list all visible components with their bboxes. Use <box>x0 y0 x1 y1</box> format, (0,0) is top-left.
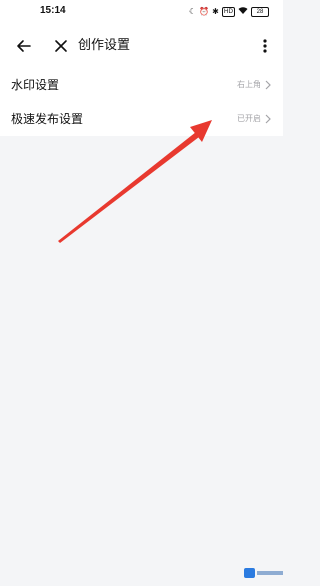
setting-label: 水印设置 <box>11 78 60 92</box>
close-button[interactable] <box>52 37 70 55</box>
setting-value: 已开启 <box>237 114 261 123</box>
watermark-logo-icon <box>244 568 255 578</box>
status-bar: 15:14 ☾ ⏰ ✱ HD 28 <box>0 0 283 24</box>
back-arrow-icon <box>17 40 31 52</box>
close-icon <box>55 40 67 52</box>
more-vertical-icon <box>263 39 267 53</box>
watermark-text-image <box>257 571 283 575</box>
bluetooth-icon: ✱ <box>212 7 219 16</box>
watermark-logo <box>244 567 283 579</box>
status-time: 15:14 <box>40 5 66 16</box>
setting-row-watermark[interactable]: 水印设置 右上角 <box>0 68 283 102</box>
setting-value: 右上角 <box>237 80 261 89</box>
chevron-right-icon <box>265 114 271 124</box>
setting-row-fast-publish[interactable]: 极速发布设置 已开启 <box>0 102 283 136</box>
top-app-bar: 创作设置 <box>0 24 283 68</box>
moon-icon: ☾ <box>189 7 197 16</box>
settings-list: 水印设置 右上角 极速发布设置 已开启 <box>0 68 283 136</box>
alarm-icon: ⏰ <box>199 7 210 16</box>
more-options-button[interactable] <box>256 36 274 56</box>
wifi-icon <box>238 6 248 18</box>
chevron-right-icon <box>265 80 271 90</box>
hd-icon: HD <box>221 7 235 17</box>
battery-icon: 28 <box>251 7 269 17</box>
setting-label: 极速发布设置 <box>11 112 84 126</box>
back-button[interactable] <box>14 36 34 56</box>
status-icons: ☾ ⏰ ✱ HD 28 <box>189 5 269 19</box>
page-title: 创作设置 <box>78 38 131 53</box>
